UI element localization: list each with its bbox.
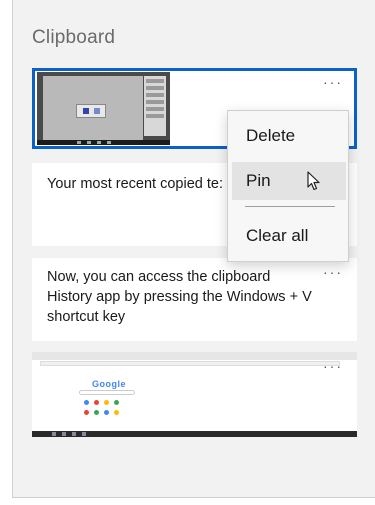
mouse-cursor-icon (307, 171, 320, 191)
context-menu: Delete Pin Clear all (227, 110, 349, 262)
menu-divider (245, 206, 335, 207)
panel-title: Clipboard (32, 27, 116, 48)
more-options-icon[interactable]: ··· (323, 75, 343, 89)
clipboard-item-text-2[interactable]: Now, you can access the clipboard Histor… (32, 258, 357, 341)
menu-item-delete[interactable]: Delete (232, 117, 346, 155)
google-logo: Google (92, 379, 126, 389)
menu-item-clear-all[interactable]: Clear all (232, 217, 346, 255)
clipboard-item-text: Now, you can access the clipboard Histor… (47, 269, 312, 325)
screenshot-thumbnail (37, 72, 170, 145)
clipboard-item-image-2[interactable]: Google ··· (32, 352, 357, 437)
clipboard-item-text: Your most recent copied te: (47, 176, 223, 192)
menu-item-pin[interactable]: Pin (232, 162, 346, 200)
browser-screenshot-thumbnail: Google (32, 352, 357, 437)
more-options-icon[interactable]: ··· (323, 265, 343, 279)
more-options-icon[interactable]: ··· (323, 359, 343, 373)
